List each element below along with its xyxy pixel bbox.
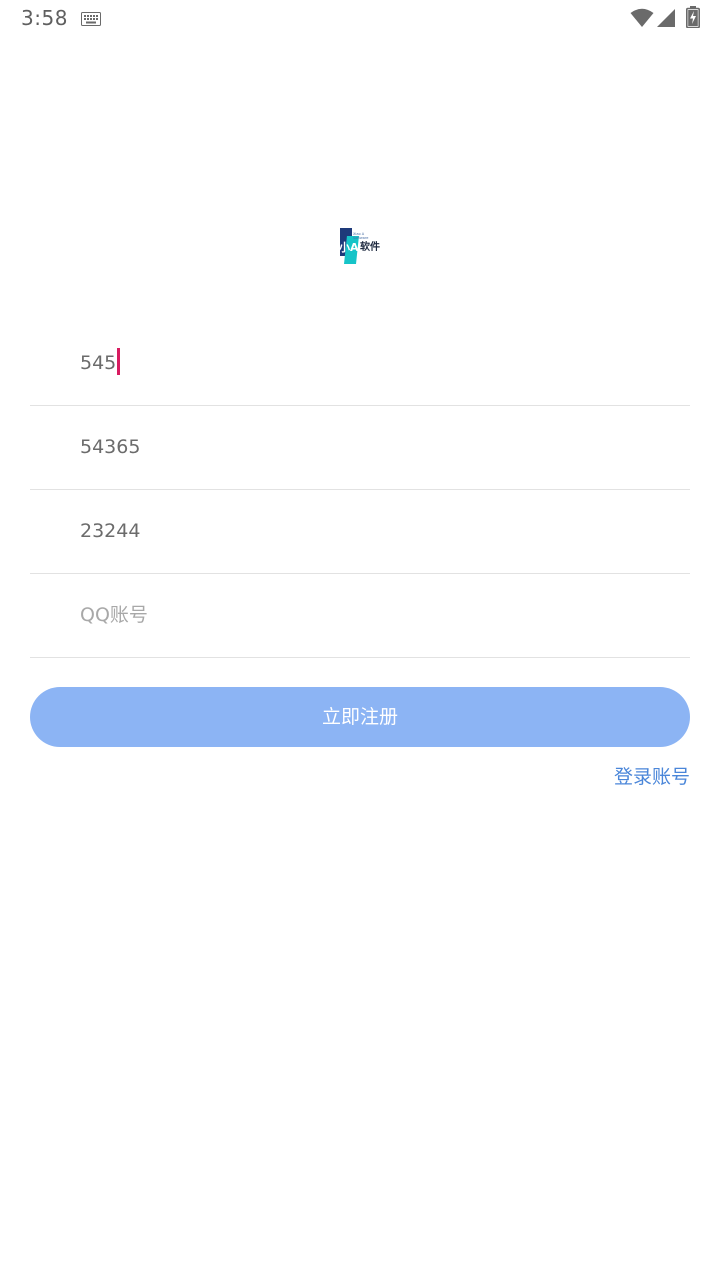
status-time: 3:58 (21, 6, 68, 30)
password-input[interactable]: 54365 (80, 406, 140, 489)
register-button[interactable]: 立即注册 (30, 687, 690, 747)
svg-text:软件: 软件 (360, 240, 380, 253)
username-input[interactable]: 545 (80, 322, 121, 405)
wifi-icon (630, 8, 654, 27)
username-value: 545 (80, 352, 117, 374)
app-logo: 小A 软件 Xiao A Software (338, 228, 380, 264)
svg-text:Software: Software (353, 236, 368, 240)
signal-icon (657, 9, 675, 27)
text-cursor (117, 348, 121, 375)
keyboard-icon (81, 12, 101, 26)
password-field[interactable]: 54365 (30, 406, 690, 490)
register-screen: 3:58 小A 软件 Xiao A Software 545 54365 232… (0, 0, 720, 1280)
confirm-password-input[interactable]: 23244 (80, 490, 140, 573)
svg-text:小A: 小A (338, 240, 359, 254)
username-field[interactable]: 545 (30, 322, 690, 406)
confirm-password-field[interactable]: 23244 (30, 490, 690, 574)
qq-account-input[interactable]: QQ账号 (80, 574, 148, 657)
status-bar: 3:58 (0, 0, 720, 38)
qq-account-field[interactable]: QQ账号 (30, 574, 690, 658)
login-link[interactable]: 登录账号 (614, 762, 690, 789)
battery-charging-icon (686, 6, 700, 28)
